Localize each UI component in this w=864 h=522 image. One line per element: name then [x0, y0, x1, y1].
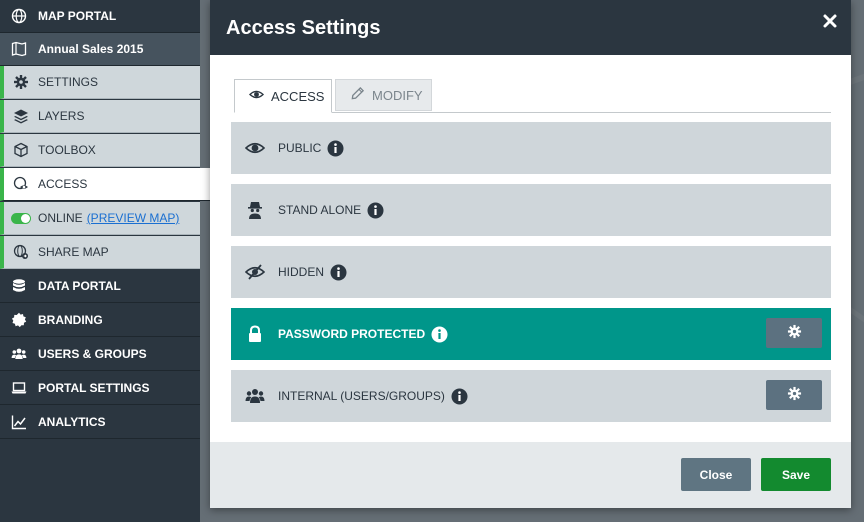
sidebar-item-label: SHARE MAP: [38, 245, 109, 259]
sidebar-item-map-portal[interactable]: MAP PORTAL: [0, 0, 200, 33]
info-icon[interactable]: [367, 202, 384, 219]
cube-icon: [4, 142, 38, 158]
preview-map-link[interactable]: (PREVIEW MAP): [87, 211, 180, 225]
option-label: PASSWORD PROTECTED: [278, 327, 426, 341]
close-button[interactable]: Close: [681, 458, 751, 491]
users-icon: [0, 346, 38, 362]
sidebar-item-data-portal[interactable]: DATA PORTAL: [0, 270, 200, 303]
database-icon: [0, 278, 38, 294]
sidebar-item-online[interactable]: ONLINE (PREVIEW MAP): [0, 202, 200, 235]
gear-icon: [4, 74, 38, 90]
tab-label: ACCESS: [271, 88, 325, 104]
sidebar-item-settings[interactable]: SETTINGS: [0, 66, 200, 99]
close-icon[interactable]: [821, 12, 839, 30]
option-label: PUBLIC: [278, 141, 322, 155]
sidebar-item-portal-settings[interactable]: PORTAL SETTINGS: [0, 372, 200, 405]
eye-icon: [248, 87, 271, 105]
option-password-protected[interactable]: PASSWORD PROTECTED: [231, 308, 831, 360]
tab-modify[interactable]: MODIFY: [335, 79, 432, 111]
layers-icon: [4, 108, 38, 124]
sidebar-item-access[interactable]: ACCESS: [0, 168, 212, 201]
sidebar-item-annual-sales[interactable]: Annual Sales 2015: [0, 33, 200, 66]
modal-title: Access Settings: [226, 17, 381, 39]
spy-icon: [231, 200, 278, 220]
access-settings-modal: Access Settings ACCESS MODIFY PUBLIC STA…: [210, 0, 851, 508]
tab-label: MODIFY: [372, 87, 423, 103]
eye-icon: [231, 138, 278, 158]
sidebar-item-label: LAYERS: [38, 109, 85, 123]
option-public[interactable]: PUBLIC: [231, 122, 831, 174]
map-icon: [0, 41, 38, 57]
tab-access[interactable]: ACCESS: [234, 79, 332, 113]
chart-line-icon: [0, 414, 38, 430]
sidebar-item-label: Annual Sales 2015: [38, 42, 144, 56]
info-icon[interactable]: [327, 140, 344, 157]
pencil-icon: [350, 86, 372, 104]
gear-icon: [787, 386, 802, 404]
gear-icon: [787, 324, 802, 342]
option-hidden[interactable]: HIDDEN: [231, 246, 831, 298]
info-icon[interactable]: [330, 264, 347, 281]
share-globe-icon: [4, 244, 38, 260]
sidebar-item-label: BRANDING: [38, 313, 103, 327]
modal-footer: Close Save: [210, 442, 851, 508]
sidebar-item-label: PORTAL SETTINGS: [38, 381, 150, 395]
save-button[interactable]: Save: [761, 458, 831, 491]
modal-header: Access Settings: [210, 0, 851, 55]
option-label: HIDDEN: [278, 265, 325, 279]
option-internal[interactable]: INTERNAL (USERS/GROUPS): [231, 370, 831, 422]
sidebar-item-layers[interactable]: LAYERS: [0, 100, 200, 133]
sidebar-item-label: USERS & GROUPS: [38, 347, 147, 361]
option-label: INTERNAL (USERS/GROUPS): [278, 389, 445, 403]
sidebar-item-label: DATA PORTAL: [38, 279, 121, 293]
badge-icon: [0, 312, 38, 328]
modal-tabs: ACCESS MODIFY: [234, 79, 831, 113]
option-stand-alone[interactable]: STAND ALONE: [231, 184, 831, 236]
sidebar-item-toolbox[interactable]: TOOLBOX: [0, 134, 200, 167]
sidebar-item-branding[interactable]: BRANDING: [0, 304, 200, 337]
info-icon[interactable]: [451, 388, 468, 405]
laptop-icon: [0, 380, 38, 396]
lock-icon: [231, 324, 278, 344]
globe-icon: [0, 8, 38, 24]
sidebar-item-label: TOOLBOX: [38, 143, 96, 157]
password-settings-button[interactable]: [766, 318, 822, 348]
sidebar-item-analytics[interactable]: ANALYTICS: [0, 406, 200, 439]
sidebar-item-share-map[interactable]: SHARE MAP: [0, 236, 200, 269]
toggle-icon[interactable]: [4, 212, 38, 224]
sidebar-item-users-groups[interactable]: USERS & GROUPS: [0, 338, 200, 371]
internal-settings-button[interactable]: [766, 380, 822, 410]
sidebar-item-label: SETTINGS: [38, 75, 99, 89]
sidebar-item-label: ANALYTICS: [38, 415, 106, 429]
sidebar-item-label: MAP PORTAL: [38, 9, 117, 23]
sidebar: MAP PORTAL Annual Sales 2015 SETTINGS LA…: [0, 0, 212, 522]
users-icon: [231, 386, 278, 406]
sidebar-item-label: ACCESS: [38, 177, 88, 191]
eye-globe-icon: [4, 176, 38, 192]
sidebar-item-label: ONLINE: [38, 211, 83, 225]
eye-slash-icon: [231, 262, 278, 282]
info-icon[interactable]: [431, 326, 448, 343]
option-label: STAND ALONE: [278, 203, 362, 217]
